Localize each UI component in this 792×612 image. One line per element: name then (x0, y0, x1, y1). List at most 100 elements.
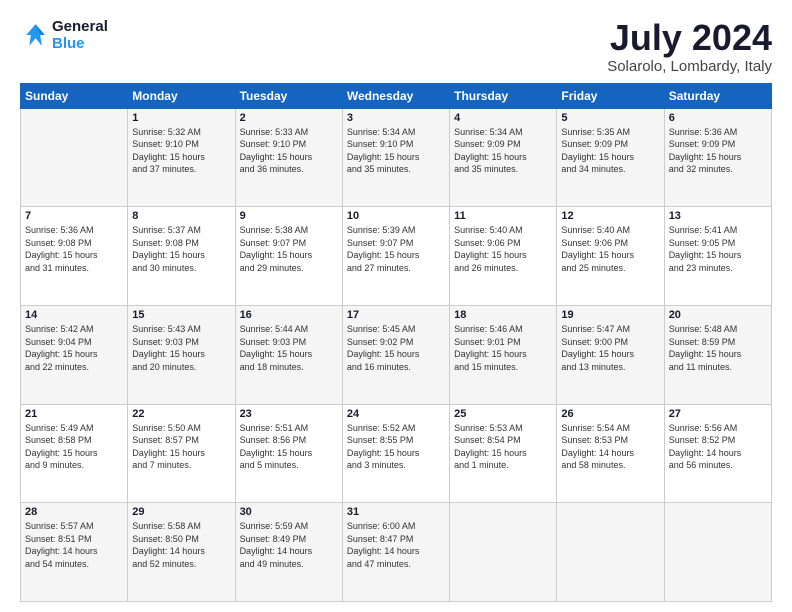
header-tuesday: Tuesday (235, 83, 342, 108)
day-cell: 21 Sunrise: 5:49 AMSunset: 8:58 PMDayligh… (21, 404, 128, 503)
day-number: 9 (240, 210, 338, 222)
calendar-body: 1 Sunrise: 5:32 AMSunset: 9:10 PMDaylight… (21, 108, 772, 601)
day-cell (450, 503, 557, 602)
day-cell: 8Sunrise: 5:37 AMSunset: 9:08 PMDaylight… (128, 207, 235, 306)
day-cell: 26Sunrise: 5:54 AMSunset: 8:53 PMDayligh… (557, 404, 664, 503)
week-row-5: 28 Sunrise: 5:57 AMSunset: 8:51 PMDayligh… (21, 503, 772, 602)
day-info: Sunrise: 5:40 AMSunset: 9:06 PMDaylight:… (561, 224, 659, 274)
day-cell: 10 Sunrise: 5:39 AMSunset: 9:07 PMDayligh… (342, 207, 449, 306)
header-friday: Friday (557, 83, 664, 108)
day-info: Sunrise: 5:35 AMSunset: 9:09 PMDaylight:… (561, 126, 659, 176)
day-info: Sunrise: 5:44 AMSunset: 9:03 PMDaylight:… (240, 323, 338, 373)
day-info: Sunrise: 5:36 AMSunset: 9:08 PMDaylight:… (25, 224, 123, 274)
day-info: Sunrise: 5:59 AMSunset: 8:49 PMDaylight:… (240, 520, 338, 570)
day-number: 28 (25, 506, 123, 518)
day-info: Sunrise: 5:34 AMSunset: 9:10 PMDaylight:… (347, 126, 445, 176)
week-row-4: 21 Sunrise: 5:49 AMSunset: 8:58 PMDayligh… (21, 404, 772, 503)
day-info: Sunrise: 5:32 AMSunset: 9:10 PMDaylight:… (132, 126, 230, 176)
day-number: 25 (454, 408, 552, 420)
header-sunday: Sunday (21, 83, 128, 108)
header-row: Sunday Monday Tuesday Wednesday Thursday… (21, 83, 772, 108)
day-cell: 29Sunrise: 5:58 AMSunset: 8:50 PMDayligh… (128, 503, 235, 602)
day-cell: 18 Sunrise: 5:46 AMSunset: 9:01 PMDayligh… (450, 305, 557, 404)
day-info: Sunrise: 5:57 AMSunset: 8:51 PMDaylight:… (25, 520, 123, 570)
day-info: Sunrise: 5:46 AMSunset: 9:01 PMDaylight:… (454, 323, 552, 373)
logo-area: General Blue (20, 18, 108, 52)
day-cell: 31Sunrise: 6:00 AMSunset: 8:47 PMDayligh… (342, 503, 449, 602)
header-saturday: Saturday (664, 83, 771, 108)
day-info: Sunrise: 5:39 AMSunset: 9:07 PMDaylight:… (347, 224, 445, 274)
header-wednesday: Wednesday (342, 83, 449, 108)
day-number: 17 (347, 309, 445, 321)
logo-text: General Blue (52, 18, 108, 52)
day-number: 15 (132, 309, 230, 321)
day-number: 1 (132, 112, 230, 124)
logo-icon (20, 21, 48, 49)
day-number: 12 (561, 210, 659, 222)
day-cell: 4 Sunrise: 5:34 AMSunset: 9:09 PMDaylight… (450, 108, 557, 207)
day-info: Sunrise: 5:42 AMSunset: 9:04 PMDaylight:… (25, 323, 123, 373)
day-cell: 16Sunrise: 5:44 AMSunset: 9:03 PMDayligh… (235, 305, 342, 404)
calendar-page: General Blue July 2024 Solarolo, Lombard… (0, 0, 792, 612)
day-info: Sunrise: 5:43 AMSunset: 9:03 PMDaylight:… (132, 323, 230, 373)
day-number: 4 (454, 112, 552, 124)
day-number: 14 (25, 309, 123, 321)
day-info: Sunrise: 5:56 AMSunset: 8:52 PMDaylight:… (669, 422, 767, 472)
day-cell: 5 Sunrise: 5:35 AMSunset: 9:09 PMDaylight… (557, 108, 664, 207)
day-cell (664, 503, 771, 602)
calendar-title: July 2024 (607, 18, 772, 58)
day-cell: 9Sunrise: 5:38 AMSunset: 9:07 PMDaylight… (235, 207, 342, 306)
top-section: General Blue July 2024 Solarolo, Lombard… (20, 18, 772, 75)
day-cell: 20 Sunrise: 5:48 AMSunset: 8:59 PMDayligh… (664, 305, 771, 404)
calendar-table: Sunday Monday Tuesday Wednesday Thursday… (20, 83, 772, 602)
day-cell: 1 Sunrise: 5:32 AMSunset: 9:10 PMDaylight… (128, 108, 235, 207)
day-number: 29 (132, 506, 230, 518)
day-cell (557, 503, 664, 602)
day-cell: 27 Sunrise: 5:56 AMSunset: 8:52 PMDayligh… (664, 404, 771, 503)
day-info: Sunrise: 5:51 AMSunset: 8:56 PMDaylight:… (240, 422, 338, 472)
day-number: 10 (347, 210, 445, 222)
day-number: 5 (561, 112, 659, 124)
day-info: Sunrise: 5:45 AMSunset: 9:02 PMDaylight:… (347, 323, 445, 373)
day-info: Sunrise: 5:47 AMSunset: 9:00 PMDaylight:… (561, 323, 659, 373)
day-cell: 23 Sunrise: 5:51 AMSunset: 8:56 PMDayligh… (235, 404, 342, 503)
day-info: Sunrise: 5:49 AMSunset: 8:58 PMDaylight:… (25, 422, 123, 472)
day-info: Sunrise: 5:48 AMSunset: 8:59 PMDaylight:… (669, 323, 767, 373)
day-cell: 3 Sunrise: 5:34 AMSunset: 9:10 PMDaylight… (342, 108, 449, 207)
day-number: 23 (240, 408, 338, 420)
week-row-3: 14 Sunrise: 5:42 AMSunset: 9:04 PMDayligh… (21, 305, 772, 404)
day-number: 6 (669, 112, 767, 124)
day-number: 21 (25, 408, 123, 420)
header-monday: Monday (128, 83, 235, 108)
day-number: 7 (25, 210, 123, 222)
day-cell: 28 Sunrise: 5:57 AMSunset: 8:51 PMDayligh… (21, 503, 128, 602)
day-number: 2 (240, 112, 338, 124)
day-cell: 24 Sunrise: 5:52 AMSunset: 8:55 PMDayligh… (342, 404, 449, 503)
day-cell (21, 108, 128, 207)
day-number: 8 (132, 210, 230, 222)
day-info: Sunrise: 5:34 AMSunset: 9:09 PMDaylight:… (454, 126, 552, 176)
week-row-1: 1 Sunrise: 5:32 AMSunset: 9:10 PMDaylight… (21, 108, 772, 207)
day-cell: 25Sunrise: 5:53 AMSunset: 8:54 PMDayligh… (450, 404, 557, 503)
day-cell: 13Sunrise: 5:41 AMSunset: 9:05 PMDayligh… (664, 207, 771, 306)
day-cell: 6 Sunrise: 5:36 AMSunset: 9:09 PMDaylight… (664, 108, 771, 207)
day-cell: 22 Sunrise: 5:50 AMSunset: 8:57 PMDayligh… (128, 404, 235, 503)
day-number: 13 (669, 210, 767, 222)
day-number: 11 (454, 210, 552, 222)
day-info: Sunrise: 5:36 AMSunset: 9:09 PMDaylight:… (669, 126, 767, 176)
day-cell: 14 Sunrise: 5:42 AMSunset: 9:04 PMDayligh… (21, 305, 128, 404)
day-cell: 17 Sunrise: 5:45 AMSunset: 9:02 PMDayligh… (342, 305, 449, 404)
day-number: 18 (454, 309, 552, 321)
day-number: 22 (132, 408, 230, 420)
day-number: 26 (561, 408, 659, 420)
day-cell: 12 Sunrise: 5:40 AMSunset: 9:06 PMDayligh… (557, 207, 664, 306)
day-number: 27 (669, 408, 767, 420)
day-info: Sunrise: 5:50 AMSunset: 8:57 PMDaylight:… (132, 422, 230, 472)
day-number: 31 (347, 506, 445, 518)
day-info: Sunrise: 5:52 AMSunset: 8:55 PMDaylight:… (347, 422, 445, 472)
header-thursday: Thursday (450, 83, 557, 108)
day-cell: 19Sunrise: 5:47 AMSunset: 9:00 PMDayligh… (557, 305, 664, 404)
day-number: 20 (669, 309, 767, 321)
day-number: 3 (347, 112, 445, 124)
day-number: 24 (347, 408, 445, 420)
